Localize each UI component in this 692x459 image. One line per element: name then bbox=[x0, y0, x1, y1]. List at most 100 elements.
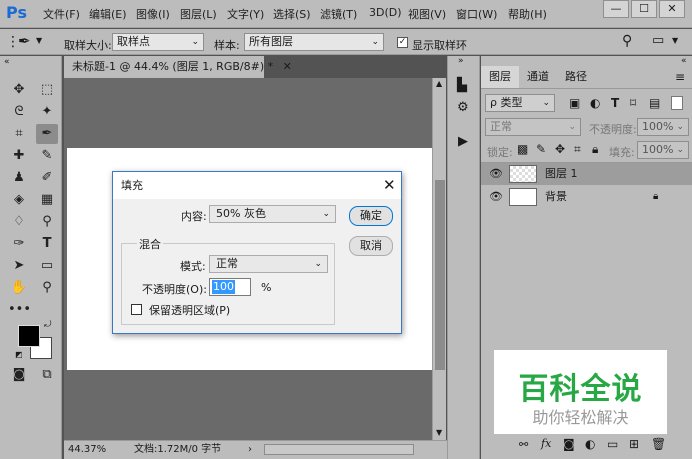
pen-tool-icon[interactable]: ✑ bbox=[8, 234, 30, 254]
document-tab[interactable]: 未标题-1 @ 44.4% (图层 1, RGB/8#) * ✕ bbox=[64, 56, 292, 78]
tab-paths[interactable]: 路径 bbox=[557, 66, 595, 88]
close-button[interactable]: ✕ bbox=[659, 0, 685, 18]
hand-tool-icon[interactable]: ✋ bbox=[8, 278, 30, 298]
opacity-input[interactable]: 100 bbox=[209, 278, 251, 296]
more-tools-icon[interactable]: ••• bbox=[8, 300, 31, 320]
lock-position-icon[interactable]: ✥ bbox=[555, 142, 565, 156]
history-brush-icon[interactable]: ✐ bbox=[36, 168, 58, 188]
horizontal-scrollbar[interactable] bbox=[264, 444, 414, 455]
scroll-up-icon[interactable]: ▲ bbox=[436, 79, 442, 88]
menu-select[interactable]: 选择(S) bbox=[273, 6, 311, 22]
filter-toggle[interactable] bbox=[671, 96, 683, 110]
layer-name[interactable]: 图层 1 bbox=[545, 163, 578, 185]
cancel-button[interactable]: 取消 bbox=[349, 236, 393, 256]
menu-type[interactable]: 文字(Y) bbox=[227, 6, 264, 22]
menu-edit[interactable]: 编辑(E) bbox=[89, 6, 127, 22]
tab-layers[interactable]: 图层 bbox=[481, 66, 519, 88]
preserve-transparency-label[interactable]: 保留透明区域(P) bbox=[149, 302, 230, 318]
menu-help[interactable]: 帮助(H) bbox=[508, 6, 547, 22]
dodge-tool-icon[interactable]: ⚲ bbox=[36, 212, 58, 232]
ok-button[interactable]: 确定 bbox=[349, 206, 393, 226]
delete-layer-icon[interactable]: 🗑︎ bbox=[651, 437, 666, 451]
eyedropper-tool-icon[interactable]: ✒ bbox=[18, 32, 31, 50]
brush-tool-icon[interactable]: ✎ bbox=[36, 146, 58, 166]
close-icon[interactable]: ✕ bbox=[383, 176, 396, 194]
link-layers-icon[interactable]: ⚯ bbox=[519, 438, 528, 451]
lock-paint-icon[interactable]: ✎ bbox=[536, 142, 546, 156]
new-group-icon[interactable]: ▭ bbox=[607, 437, 618, 451]
crop-tool-icon[interactable]: ⌗ bbox=[8, 124, 30, 144]
menu-window[interactable]: 窗口(W) bbox=[456, 6, 497, 22]
filter-shape-icon[interactable]: ⌑ bbox=[630, 96, 636, 110]
lock-artboard-icon[interactable]: ⌗ bbox=[574, 142, 581, 157]
chevron-right-icon[interactable]: › bbox=[248, 441, 252, 459]
menu-view[interactable]: 视图(V) bbox=[408, 6, 446, 22]
collapse-icon[interactable]: « bbox=[4, 57, 10, 67]
minimize-button[interactable]: — bbox=[603, 0, 629, 18]
move-tool-icon[interactable]: ✥ bbox=[8, 80, 30, 100]
blur-tool-icon[interactable]: ♢ bbox=[8, 212, 30, 232]
marquee-tool-icon[interactable]: ⬚ bbox=[36, 80, 58, 100]
collapse-icon[interactable]: « bbox=[681, 56, 687, 66]
eyedropper-tool-icon[interactable]: ✒ bbox=[36, 124, 58, 144]
histogram-icon[interactable]: ▙ bbox=[457, 78, 467, 93]
layer-row-background[interactable]: 👁︎ 背景 🔒︎ bbox=[481, 186, 692, 208]
expand-icon[interactable]: » bbox=[458, 56, 464, 66]
sample-dropdown[interactable]: 所有图层 ⌄ bbox=[244, 33, 384, 51]
adjustment-layer-icon[interactable]: ◐ bbox=[585, 437, 595, 451]
swap-colors-icon[interactable]: ⤾ bbox=[44, 320, 52, 330]
eraser-tool-icon[interactable]: ◈ bbox=[8, 190, 30, 210]
menu-filter[interactable]: 滤镜(T) bbox=[320, 6, 357, 22]
chevron-down-icon[interactable]: ▼ bbox=[672, 36, 678, 45]
foreground-color-swatch[interactable] bbox=[18, 325, 40, 347]
play-actions-icon[interactable]: ▶ bbox=[458, 134, 468, 149]
rectangle-tool-icon[interactable]: ▭ bbox=[36, 256, 58, 276]
screen-mode-icon[interactable]: ⧉ bbox=[36, 365, 58, 385]
layer-row-layer1[interactable]: 👁︎ 图层 1 bbox=[481, 163, 692, 185]
filter-smart-icon[interactable]: ▤ bbox=[649, 96, 660, 110]
close-icon[interactable]: ✕ bbox=[283, 60, 292, 73]
new-layer-icon[interactable]: ⊞ bbox=[629, 437, 639, 451]
lock-transparent-icon[interactable]: ▩ bbox=[517, 142, 528, 156]
add-mask-icon[interactable]: ◙ bbox=[563, 437, 575, 451]
gradient-tool-icon[interactable]: ▦ bbox=[36, 190, 58, 210]
zoom-tool-icon[interactable]: ⚲ bbox=[36, 278, 58, 298]
layer-filter-dropdown[interactable]: ρ 类型 ⌄ bbox=[485, 94, 555, 112]
eye-icon[interactable]: 👁︎ bbox=[489, 186, 503, 208]
zoom-level[interactable]: 44.37% bbox=[68, 441, 106, 459]
default-colors-icon[interactable]: ◩ bbox=[15, 350, 23, 359]
menu-image[interactable]: 图像(I) bbox=[136, 6, 170, 22]
lock-all-icon[interactable]: 🔒︎ bbox=[592, 142, 598, 157]
chevron-down-icon[interactable]: ▼ bbox=[36, 36, 42, 45]
preserve-transparency-checkbox[interactable] bbox=[131, 304, 142, 315]
tab-channels[interactable]: 通道 bbox=[519, 66, 557, 88]
menu-layer[interactable]: 图层(L) bbox=[180, 6, 217, 22]
search-icon[interactable]: ⚲ bbox=[622, 33, 632, 49]
scrollbar-thumb[interactable] bbox=[435, 180, 445, 370]
dialog-title-bar[interactable]: 填充 bbox=[113, 172, 401, 199]
stamp-tool-icon[interactable]: ♟ bbox=[8, 168, 30, 188]
mode-dropdown[interactable]: 正常 ⌄ bbox=[209, 255, 328, 273]
scroll-down-icon[interactable]: ▼ bbox=[436, 428, 442, 437]
opacity-field[interactable]: 100% ⌄ bbox=[637, 118, 689, 136]
menu-3d[interactable]: 3D(D) bbox=[369, 6, 402, 19]
vertical-scrollbar[interactable]: ▲ ▼ bbox=[432, 78, 446, 440]
content-dropdown[interactable]: 50% 灰色 ⌄ bbox=[209, 205, 336, 223]
properties-icon[interactable]: ⚙ bbox=[457, 100, 469, 115]
workspace-icon[interactable]: ▭ bbox=[652, 33, 664, 48]
maximize-button[interactable]: ☐ bbox=[631, 0, 657, 18]
layer-name[interactable]: 背景 bbox=[545, 186, 567, 208]
magic-wand-icon[interactable]: ✦ bbox=[36, 102, 58, 122]
eye-icon[interactable]: 👁︎ bbox=[489, 163, 503, 185]
filter-type-icon[interactable]: T bbox=[611, 96, 619, 110]
type-tool-icon[interactable]: T bbox=[36, 234, 58, 254]
filter-adjust-icon[interactable]: ◐ bbox=[590, 96, 600, 110]
lasso-tool-icon[interactable]: ᘓ bbox=[8, 102, 30, 122]
path-select-icon[interactable]: ➤ bbox=[8, 256, 30, 276]
sample-size-dropdown[interactable]: 取样点 ⌄ bbox=[112, 33, 204, 51]
fill-field[interactable]: 100% ⌄ bbox=[637, 141, 689, 159]
fx-icon[interactable]: fx bbox=[541, 437, 551, 450]
menu-file[interactable]: 文件(F) bbox=[43, 6, 80, 22]
show-ring-checkbox[interactable]: ✓ bbox=[397, 37, 408, 48]
filter-pixel-icon[interactable]: ▣ bbox=[569, 96, 580, 110]
